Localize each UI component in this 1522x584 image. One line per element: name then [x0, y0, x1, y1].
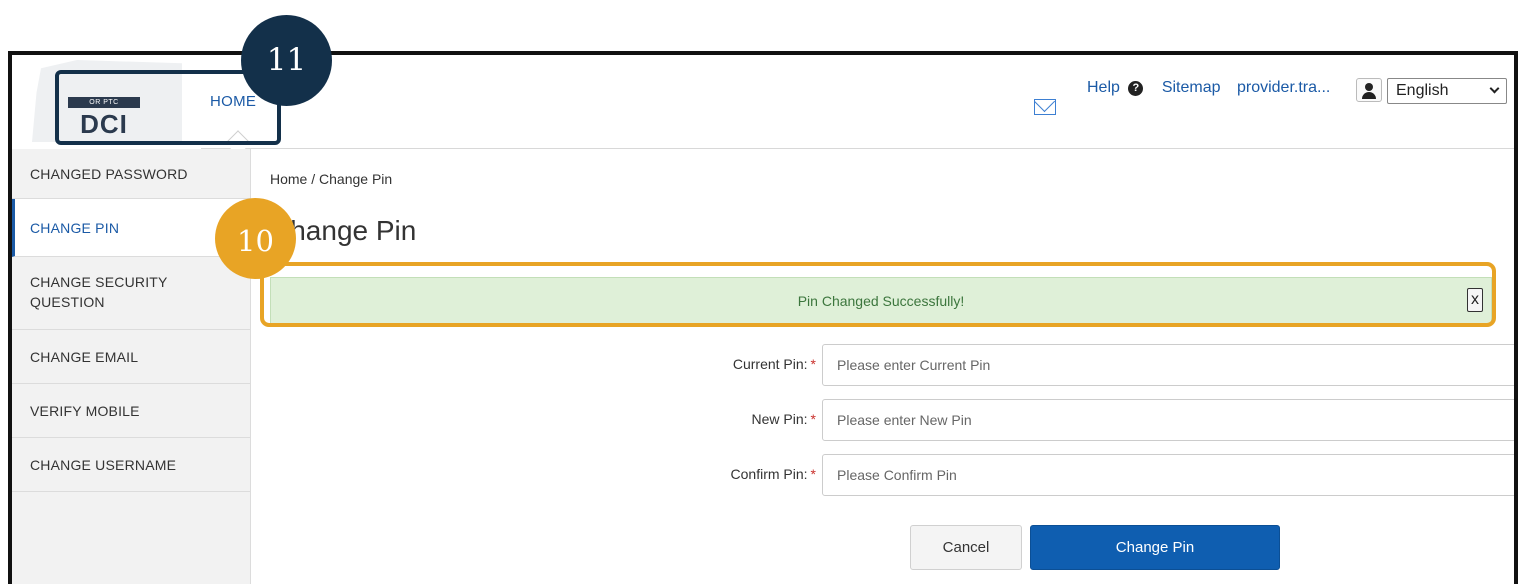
form-row-new-pin: New Pin: *: [270, 399, 1514, 441]
sidebar-item-change-pin[interactable]: CHANGE PIN: [12, 199, 250, 257]
sidebar-item-change-email[interactable]: CHANGE EMAIL: [12, 330, 250, 384]
sidebar-item-label: CHANGED PASSWORD: [30, 165, 188, 182]
current-pin-label: Current Pin: *: [516, 356, 816, 372]
sidebar: CHANGED PASSWORD CHANGE PIN CHANGE SECUR…: [12, 149, 251, 584]
help-icon[interactable]: ?: [1128, 80, 1144, 96]
new-pin-label-text: New Pin:: [751, 411, 808, 427]
sidebar-item-verify-mobile[interactable]: VERIFY MOBILE: [12, 384, 250, 438]
breadcrumb[interactable]: Home / Change Pin: [270, 171, 392, 187]
callout-highlight-alert: [260, 262, 1496, 327]
top-links: Help ? Sitemap provider.tra...: [1087, 79, 1330, 97]
confirm-pin-label-text: Confirm Pin:: [730, 466, 808, 482]
required-marker: *: [810, 356, 816, 372]
change-pin-button[interactable]: Change Pin: [1030, 525, 1280, 570]
sidebar-item-label: CHANGE PIN: [30, 219, 120, 236]
required-marker: *: [810, 466, 816, 482]
cancel-button[interactable]: Cancel: [910, 525, 1022, 570]
confirm-pin-label: Confirm Pin: *: [516, 466, 816, 482]
user-icon[interactable]: [1356, 78, 1382, 102]
language-selected-value: English: [1396, 82, 1449, 99]
sidebar-item-change-security-question[interactable]: CHANGE SECURITY QUESTION: [12, 257, 250, 330]
sidebar-item-label: CHANGE USERNAME: [30, 456, 177, 473]
new-pin-input[interactable]: [822, 399, 1514, 441]
confirm-pin-input[interactable]: [822, 454, 1514, 496]
sidebar-item-label: CHANGE EMAIL: [30, 348, 139, 365]
form-row-current-pin: Current Pin: *: [270, 344, 1514, 386]
help-link[interactable]: Help: [1087, 79, 1120, 97]
language-select[interactable]: English: [1387, 78, 1507, 104]
callout-step-10-badge: 10: [215, 198, 296, 279]
new-pin-label: New Pin: *: [516, 411, 816, 427]
sidebar-item-change-username[interactable]: CHANGE USERNAME: [12, 438, 250, 492]
sidebar-item-changed-password[interactable]: CHANGED PASSWORD: [12, 149, 250, 199]
current-pin-label-text: Current Pin:: [732, 356, 808, 372]
chevron-down-icon: [1489, 83, 1500, 94]
sidebar-item-label: CHANGE SECURITY QUESTION: [30, 274, 168, 310]
current-pin-input[interactable]: [822, 344, 1514, 386]
callout-step-11-badge: 11: [241, 15, 332, 106]
form-row-confirm-pin: Confirm Pin: *: [270, 454, 1514, 496]
required-marker: *: [810, 411, 816, 427]
sitemap-link[interactable]: Sitemap: [1162, 79, 1221, 97]
user-link[interactable]: provider.tra...: [1237, 79, 1330, 97]
mail-icon[interactable]: [1034, 99, 1056, 115]
sidebar-item-label: VERIFY MOBILE: [30, 402, 140, 419]
